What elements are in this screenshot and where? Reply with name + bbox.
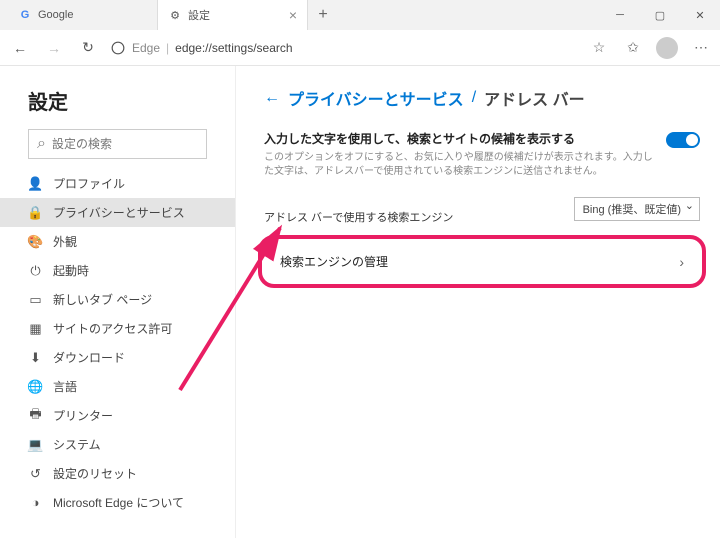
edge-icon: ◑ bbox=[28, 495, 43, 510]
sidebar-item-person[interactable]: 👤 プロファイル bbox=[0, 169, 235, 198]
sidebar-item-label: ダウンロード bbox=[53, 349, 125, 366]
gear-icon: ⚙ bbox=[168, 8, 182, 22]
sidebar-item-reset[interactable]: ↺ 設定のリセット bbox=[0, 459, 235, 488]
settings-main: ← プライバシーとサービス / アドレス バー 入力した文字を使用して、検索とサ… bbox=[236, 66, 720, 538]
breadcrumb: ← プライバシーとサービス / アドレス バー bbox=[264, 86, 720, 110]
google-favicon-icon: G bbox=[18, 8, 32, 22]
sidebar-item-power[interactable]: ⏻ 起動時 bbox=[0, 256, 235, 285]
chevron-right-icon: › bbox=[679, 254, 684, 270]
settings-search-input[interactable] bbox=[52, 137, 207, 151]
power-icon: ⏻ bbox=[28, 263, 43, 278]
settings-search[interactable]: ⌕ bbox=[28, 129, 207, 159]
sidebar-item-label: Microsoft Edge について bbox=[53, 494, 184, 511]
search-icon: ⌕ bbox=[37, 135, 46, 153]
address-url: edge://settings/search bbox=[175, 41, 292, 55]
maximize-button[interactable]: ▢ bbox=[640, 0, 680, 30]
setting-description: このオプションをオフにすると、お気に入りや履歴の候補だけが表示されます。入力した… bbox=[264, 151, 666, 179]
breadcrumb-current: アドレス バー bbox=[484, 86, 584, 110]
favorite-icon[interactable]: ☆ bbox=[588, 37, 610, 59]
tab-google[interactable]: G Google bbox=[8, 0, 158, 30]
sidebar-item-label: 外観 bbox=[53, 233, 77, 250]
sidebar-item-label: 設定のリセット bbox=[53, 465, 137, 482]
setting-title: 入力した文字を使用して、検索とサイトの候補を表示する bbox=[264, 130, 666, 147]
lock-icon: 🔒 bbox=[28, 205, 43, 220]
sidebar-item-label: システム bbox=[53, 436, 101, 453]
breadcrumb-link[interactable]: プライバシーとサービス bbox=[288, 86, 464, 110]
sidebar-item-lang[interactable]: 🌐 言語 bbox=[0, 372, 235, 401]
sidebar-item-lock[interactable]: 🔒 プライバシーとサービス bbox=[0, 198, 235, 227]
sidebar-item-paint[interactable]: 🎨 外観 bbox=[0, 227, 235, 256]
sidebar-item-label: 言語 bbox=[53, 378, 77, 395]
manage-search-engines-label: 検索エンジンの管理 bbox=[280, 253, 388, 270]
edge-icon bbox=[110, 40, 126, 56]
sidebar-item-label: 新しいタブ ページ bbox=[53, 291, 152, 308]
breadcrumb-back-icon[interactable]: ← bbox=[264, 89, 280, 107]
favorites-list-icon[interactable]: ✩ bbox=[622, 37, 644, 59]
close-icon[interactable]: × bbox=[289, 7, 297, 23]
reset-icon: ↺ bbox=[28, 466, 43, 481]
forward-button[interactable]: → bbox=[42, 36, 66, 60]
system-icon: 💻 bbox=[28, 437, 43, 452]
sidebar-item-download[interactable]: ⬇ ダウンロード bbox=[0, 343, 235, 372]
search-engine-setting: アドレス バーで使用する検索エンジン Bing (推奨、既定値) bbox=[264, 193, 720, 225]
tab-title: 設定 bbox=[188, 7, 283, 23]
profile-avatar[interactable] bbox=[656, 37, 678, 59]
sidebar-item-tab[interactable]: ▭ 新しいタブ ページ bbox=[0, 285, 235, 314]
address-bar[interactable]: Edge | edge://settings/search bbox=[110, 40, 578, 56]
tab-strip: G Google ⚙ 設定 × + bbox=[0, 0, 600, 30]
tab-settings[interactable]: ⚙ 設定 × bbox=[158, 0, 308, 30]
minimize-button[interactable]: ─ bbox=[600, 0, 640, 30]
printer-icon: 🖶 bbox=[28, 408, 43, 423]
content: 設定 ⌕ 👤 プロファイル 🔒 プライバシーとサービス 🎨 外観 ⏻ 起動時 ▭ 新しいタブ ペー… bbox=[0, 66, 720, 538]
sidebar-item-system[interactable]: 💻 システム bbox=[0, 430, 235, 459]
window-controls: ─ ▢ ✕ bbox=[600, 0, 720, 30]
sidebar-item-label: プライバシーとサービス bbox=[53, 204, 185, 221]
sidebar-item-label: 起動時 bbox=[53, 262, 89, 279]
download-icon: ⬇ bbox=[28, 350, 43, 365]
search-engine-label: アドレス バーで使用する検索エンジン bbox=[264, 209, 453, 225]
sidebar-item-label: プリンター bbox=[53, 407, 113, 424]
person-icon: 👤 bbox=[28, 176, 43, 191]
tab-icon: ▭ bbox=[28, 292, 43, 307]
address-prefix: Edge bbox=[132, 41, 160, 55]
back-button[interactable]: ← bbox=[8, 36, 32, 60]
sidebar-item-printer[interactable]: 🖶 プリンター bbox=[0, 401, 235, 430]
sidebar-item-site[interactable]: ▦ サイトのアクセス許可 bbox=[0, 314, 235, 343]
site-icon: ▦ bbox=[28, 321, 43, 336]
suggestions-toggle[interactable] bbox=[666, 132, 700, 148]
sidebar-item-edge[interactable]: ◑ Microsoft Edge について bbox=[0, 488, 235, 517]
sidebar-item-label: プロファイル bbox=[53, 175, 125, 192]
titlebar: G Google ⚙ 設定 × + ─ ▢ ✕ bbox=[0, 0, 720, 30]
menu-icon[interactable]: ⋯ bbox=[690, 37, 712, 59]
settings-sidebar: 設定 ⌕ 👤 プロファイル 🔒 プライバシーとサービス 🎨 外観 ⏻ 起動時 ▭ 新しいタブ ペー… bbox=[0, 66, 236, 538]
suggestions-setting: 入力した文字を使用して、検索とサイトの候補を表示する このオプションをオフにする… bbox=[264, 130, 720, 179]
lang-icon: 🌐 bbox=[28, 379, 43, 394]
sidebar-item-label: サイトのアクセス許可 bbox=[53, 320, 172, 337]
settings-heading: 設定 bbox=[0, 82, 235, 129]
new-tab-button[interactable]: + bbox=[308, 0, 338, 30]
refresh-button[interactable]: ↻ bbox=[76, 36, 100, 60]
toolbar: ← → ↻ Edge | edge://settings/search ☆ ✩ … bbox=[0, 30, 720, 66]
tab-title: Google bbox=[38, 9, 147, 21]
close-button[interactable]: ✕ bbox=[680, 0, 720, 30]
paint-icon: 🎨 bbox=[28, 234, 43, 249]
manage-search-engines-button[interactable]: 検索エンジンの管理 › bbox=[258, 235, 706, 288]
search-engine-select[interactable]: Bing (推奨、既定値) bbox=[574, 197, 700, 221]
